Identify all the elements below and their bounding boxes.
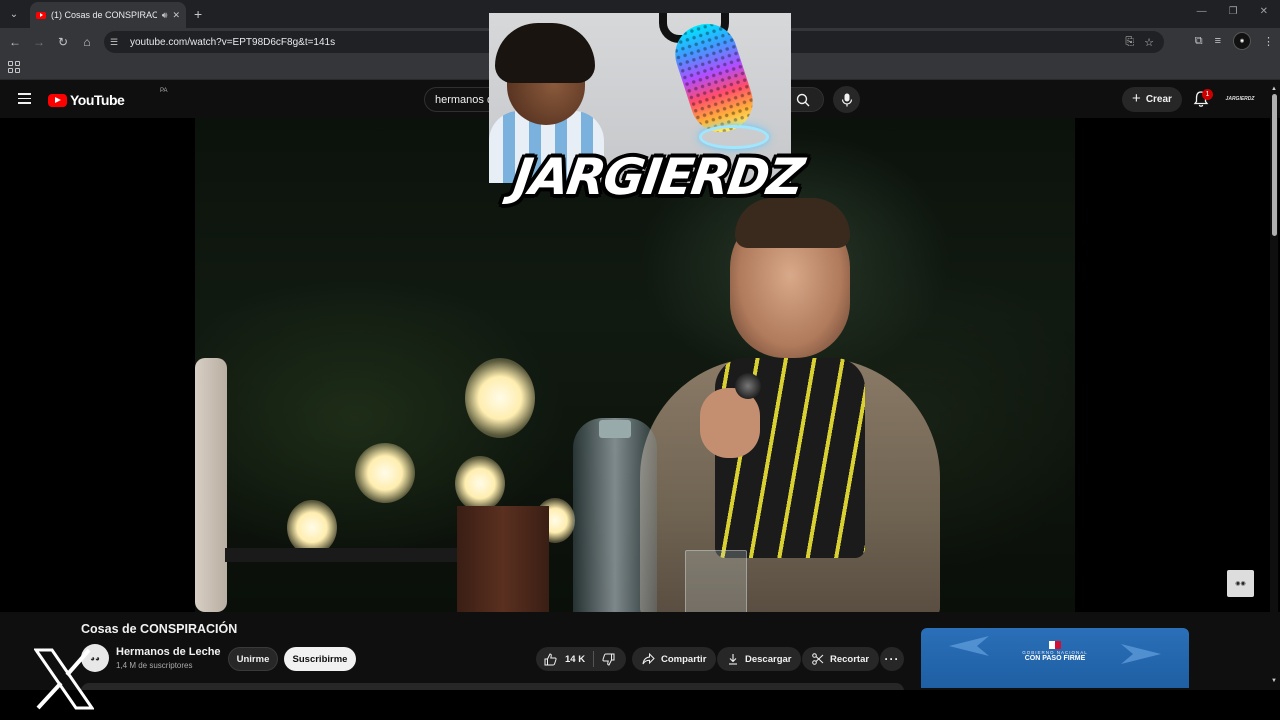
media-controls-icon[interactable]: ≡ <box>1215 35 1221 47</box>
close-window-icon[interactable]: ✕ <box>1260 6 1268 17</box>
tab-title: (1) Cosas de CONSPIRACIÓN <box>51 10 157 20</box>
share-label: Compartir <box>661 653 707 665</box>
clip-button[interactable]: Recortar <box>802 647 880 671</box>
create-button[interactable]: + Crear <box>1122 87 1182 112</box>
rgb-mic-ring <box>699 125 769 149</box>
forward-icon[interactable]: → <box>27 30 51 54</box>
scissors-icon <box>812 653 824 665</box>
scroll-up-arrow-icon[interactable]: ▲ <box>1271 86 1277 92</box>
minimize-icon[interactable]: — <box>1197 6 1207 17</box>
youtube-wordmark: YouTube <box>70 92 125 108</box>
more-actions-icon[interactable]: ··· <box>880 647 904 671</box>
rgb-microphone <box>667 16 761 140</box>
youtube-logo[interactable]: YouTube PA <box>48 88 168 108</box>
panama-flag-icon <box>1049 641 1061 649</box>
scroll-down-arrow-icon[interactable]: ▼ <box>1271 678 1277 684</box>
video-person-arm <box>195 358 227 612</box>
join-button[interactable]: Unirme <box>228 647 278 671</box>
share-icon <box>642 653 655 665</box>
video-bottle <box>573 418 657 612</box>
video-railing <box>225 548 465 562</box>
window-controls: — ❐ ✕ <box>1197 6 1268 17</box>
light-bulb <box>465 358 535 438</box>
back-icon[interactable]: ← <box>3 30 27 54</box>
video-title: Cosas de CONSPIRACIÓN <box>81 622 238 636</box>
youtube-favicon-icon <box>36 11 46 19</box>
profile-avatar[interactable]: ◉ <box>1233 32 1251 50</box>
like-button[interactable]: 14 K <box>536 651 594 667</box>
thumbs-down-icon <box>602 653 615 666</box>
extensions-icon[interactable]: ⧉ <box>1195 35 1203 48</box>
reload-icon[interactable]: ↻ <box>51 30 75 54</box>
video-glass <box>685 550 747 612</box>
sidebar-ad-card[interactable]: GOBIERNO NACIONAL CON PASO FIRME <box>921 628 1189 688</box>
region-code: PA <box>160 88 168 94</box>
video-bottle-cap <box>599 420 631 438</box>
light-bulb <box>455 456 505 511</box>
account-avatar[interactable]: JARGIERDZ <box>1226 88 1254 110</box>
site-info-icon[interactable]: ☰ <box>110 37 126 48</box>
streamer-brand-text: JARGIERDZ <box>509 148 806 206</box>
scrollbar-thumb[interactable] <box>1272 94 1277 236</box>
like-dislike-group: 14 K <box>536 647 626 671</box>
download-button[interactable]: Descargar <box>717 647 802 671</box>
bottom-black-bar <box>0 690 1280 720</box>
download-label: Descargar <box>745 653 792 665</box>
speaker-icon[interactable]: 🔊︎ <box>162 10 168 21</box>
youtube-play-icon <box>48 93 67 107</box>
new-tab-icon[interactable]: + <box>194 6 202 22</box>
x-logo-icon <box>34 648 94 710</box>
thumbs-up-icon <box>544 652 557 665</box>
ad-motto: CON PASO FIRME <box>1024 655 1086 662</box>
install-app-icon[interactable]: ⎘ <box>1125 36 1134 49</box>
light-bulb <box>355 443 415 503</box>
url-text: youtube.com/watch?v=EPT98D6cF8g&t=141s <box>130 36 336 48</box>
bookmark-star-icon[interactable]: ☆ <box>1144 36 1154 49</box>
video-wood-block <box>457 506 549 612</box>
voice-search-button[interactable] <box>833 86 860 113</box>
search-icon <box>796 93 810 106</box>
home-icon[interactable]: ⌂ <box>75 30 99 54</box>
subscribe-button[interactable]: Suscribirme <box>284 647 356 671</box>
share-button[interactable]: Compartir <box>632 647 717 671</box>
tab-search-chevron-icon[interactable]: ⌄ <box>4 4 24 24</box>
close-tab-icon[interactable]: ✕ <box>172 10 180 21</box>
download-icon <box>729 654 737 665</box>
notification-badge: 1 <box>1202 89 1213 100</box>
channel-name[interactable]: Hermanos de Leche <box>116 646 221 658</box>
video-microphone <box>735 373 761 399</box>
browser-tab-active[interactable]: (1) Cosas de CONSPIRACIÓN 🔊︎ ✕ <box>30 2 186 28</box>
create-label: Crear <box>1145 94 1172 105</box>
light-bulb <box>287 500 337 555</box>
like-count: 14 K <box>565 653 586 665</box>
microphone-icon <box>841 93 852 106</box>
apps-grid-icon[interactable] <box>8 61 20 73</box>
clip-label: Recortar <box>830 653 870 665</box>
channel-watermark[interactable]: ◉◉ <box>1227 570 1254 597</box>
subscriber-count: 1,4 M de suscriptores <box>116 661 193 670</box>
dislike-button[interactable] <box>594 653 615 666</box>
streamer-hair <box>495 23 595 83</box>
plus-icon: + <box>1132 90 1141 107</box>
menu-kebab-icon[interactable]: ⋮ <box>1263 35 1274 48</box>
hamburger-menu-icon[interactable] <box>18 93 31 104</box>
restore-icon[interactable]: ❐ <box>1229 6 1238 17</box>
